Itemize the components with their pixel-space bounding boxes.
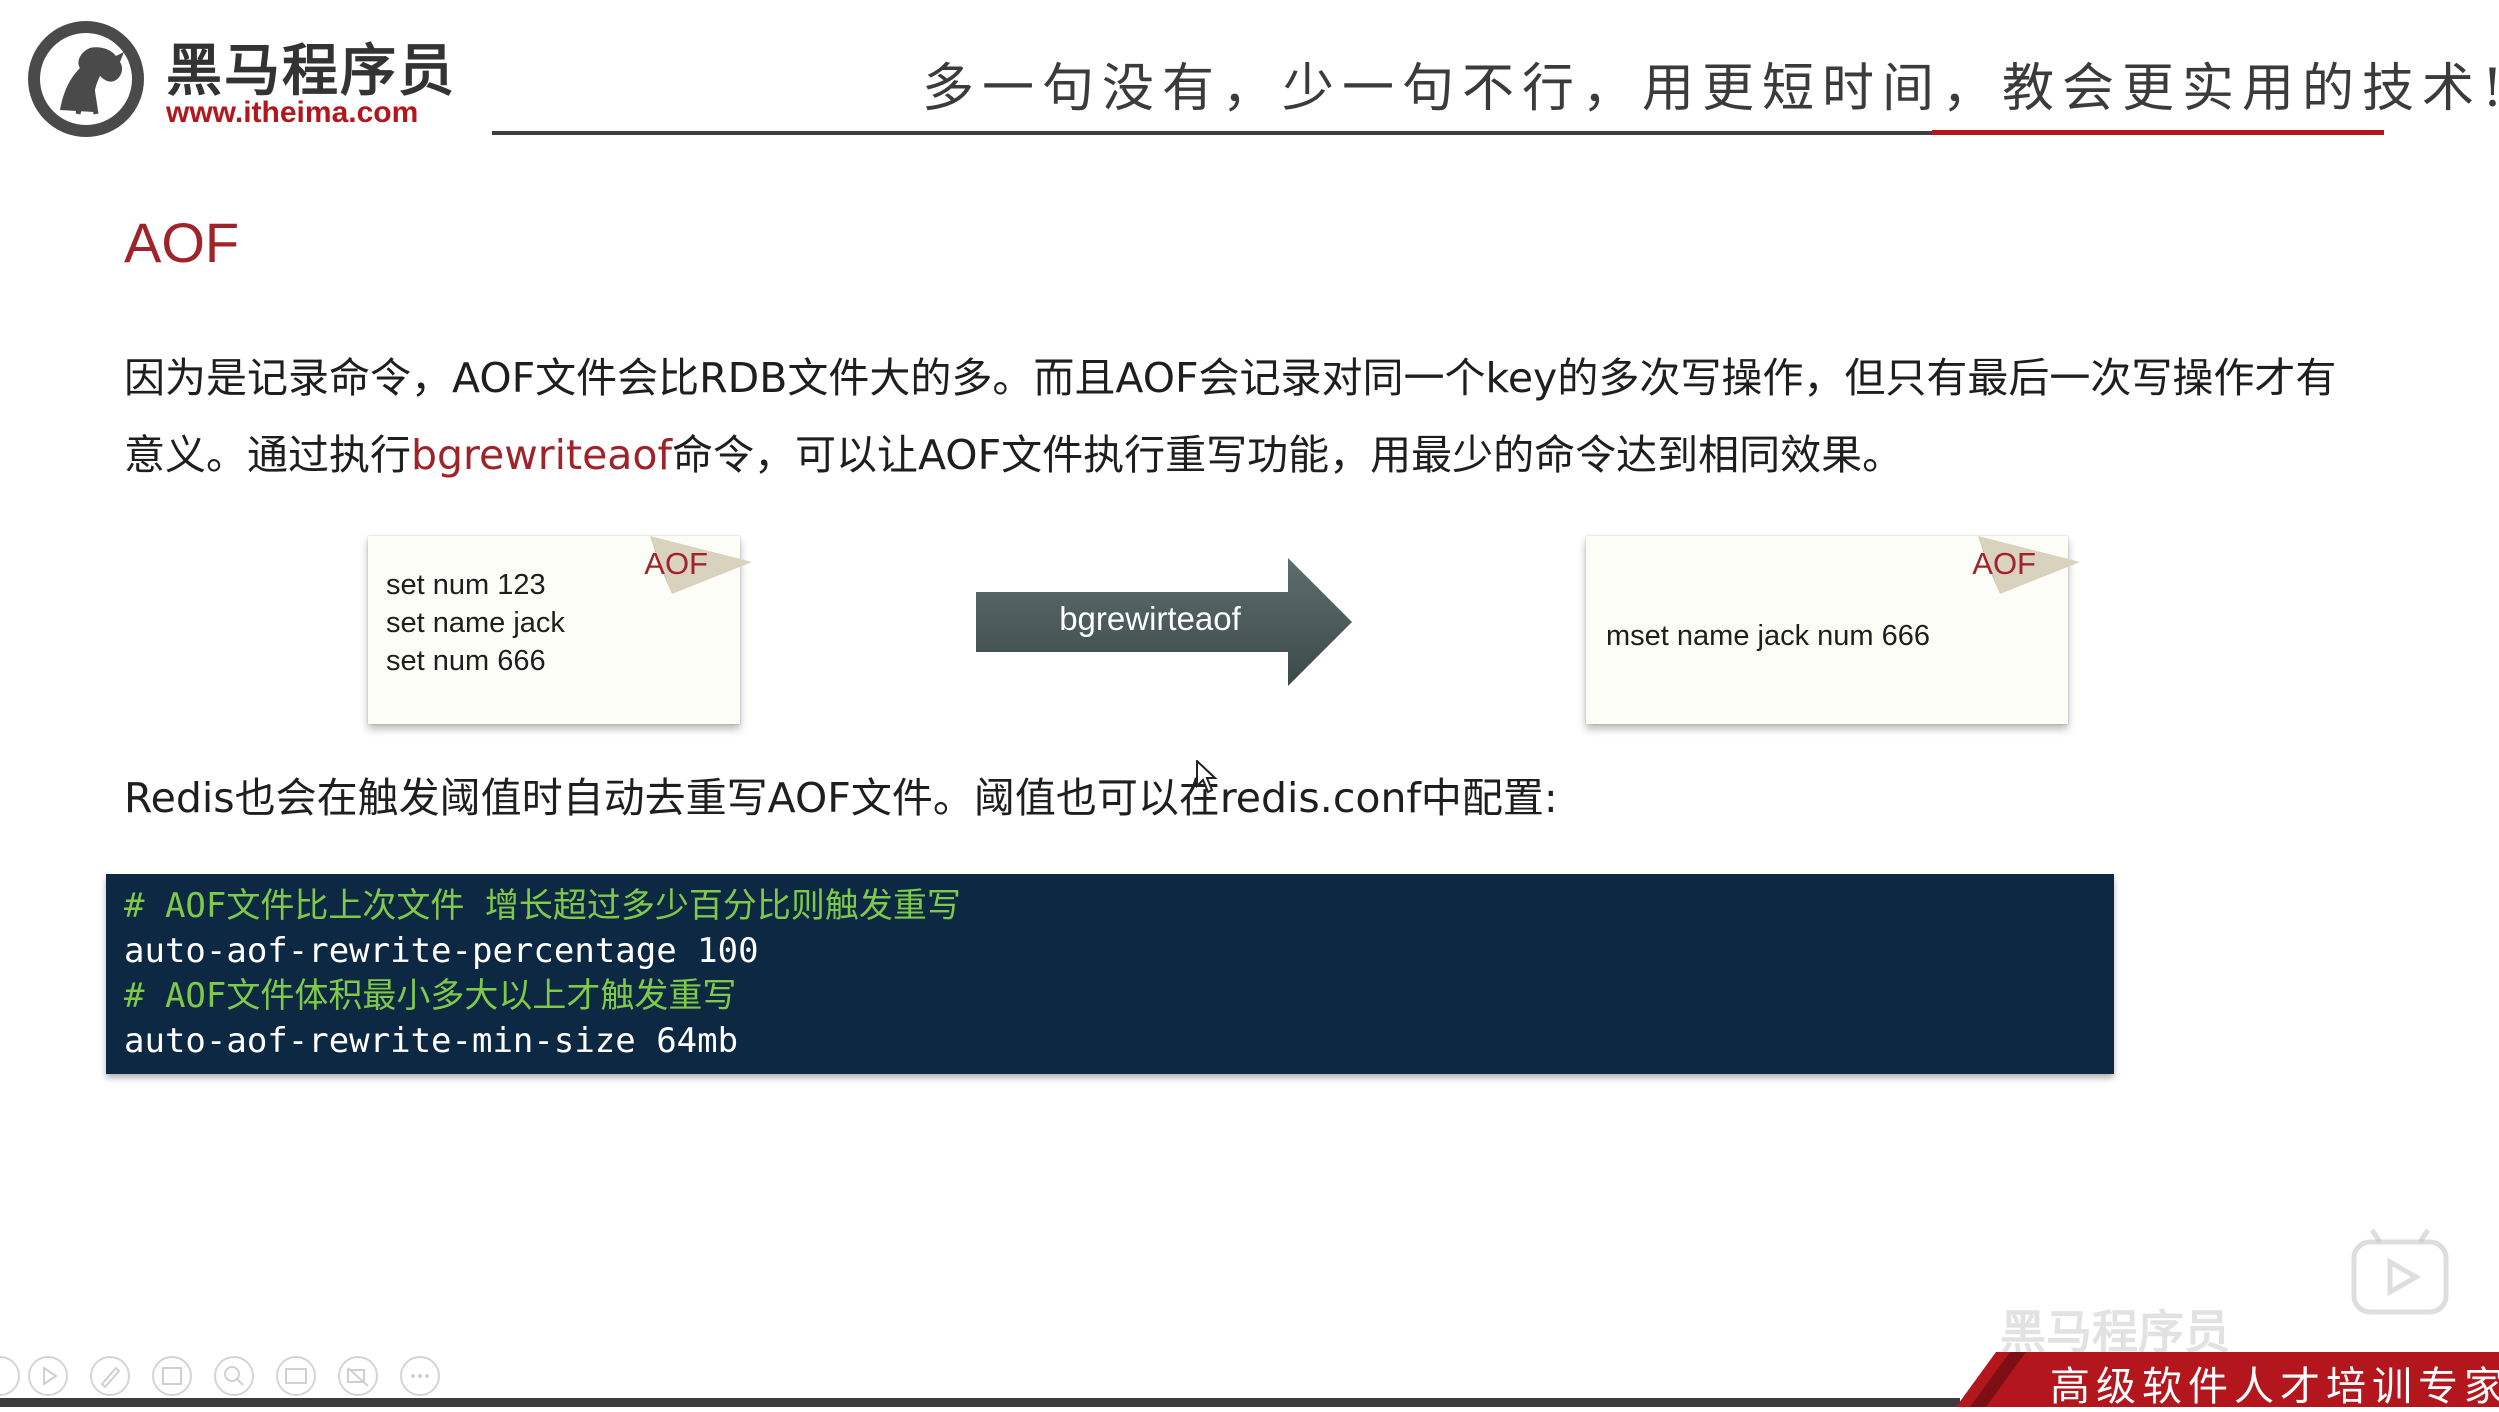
aof-command-line: set num 123 [386,569,546,601]
header-divider [492,131,1932,135]
aof-after-command: mset name jack num 666 [1606,620,1930,652]
slide-title: AOF [124,211,240,274]
code-line: auto-aof-rewrite-min-size 64mb [124,1021,739,1061]
prev-icon[interactable] [0,1356,20,1396]
footer-divider [0,1398,1960,1407]
config-code-block: # AOF文件比上次文件 增长超过多少百分比则触发重写 auto-aof-rew… [106,874,2114,1074]
code-comment: # AOF文件体积最小多大以上才触发重写 [124,976,737,1016]
config-paragraph: Redis也会在触发阈值时自动去重写AOF文件。阈值也可以在redis.conf… [124,774,1558,822]
logo-brand-name: 黑马程序员 [166,39,456,104]
more-icon[interactable] [400,1356,440,1396]
intro-paragraph: 因为是记录命令，AOF文件会比RDB文件大的多。而且AOF会记录对同一个key的… [124,340,2364,494]
header-slogan: 多一句没有，少一句不行，用更短时间，教会更实用的技术! [922,59,2499,119]
pen-icon[interactable] [90,1356,130,1396]
slides-icon[interactable] [152,1356,192,1396]
aof-after-label: AOF [1972,546,2036,581]
aof-before-note: set num 123 set name jack set num 666 AO… [368,536,752,724]
logo-url: www.itheima.com [166,96,419,129]
code-line: auto-aof-rewrite-percentage 100 [124,931,759,971]
subtitles-icon[interactable] [276,1356,316,1396]
camera-off-icon[interactable] [338,1356,378,1396]
video-play-watermark-icon [2351,1228,2449,1315]
intro-text-end: 命令，可以让AOF文件执行重写功能，用最少的命令达到相同效果。 [671,431,1904,479]
mouse-cursor-icon [1196,760,1218,794]
aof-before-commands: set num 123 set name jack set num 666 [386,566,565,680]
code-comment: # AOF文件比上次文件 增长超过多少百分比则触发重写 [124,886,961,926]
header-divider-accent [1932,130,2384,135]
aof-command-line: set num 666 [386,645,546,677]
aof-before-label: AOF [644,546,708,581]
zoom-icon[interactable] [214,1356,254,1396]
aof-command-line: set name jack [386,607,565,639]
intro-command-highlight: bgrewriteaof [411,431,672,479]
footer-banner-text: 高级软件人才培训专家 [2050,1364,2499,1410]
horse-logo-icon [28,21,144,137]
aof-after-note: mset name jack num 666 AOF [1586,536,2080,724]
play-icon[interactable] [28,1356,68,1396]
rewrite-arrow-label: bgrewirteaof [1059,600,1241,637]
